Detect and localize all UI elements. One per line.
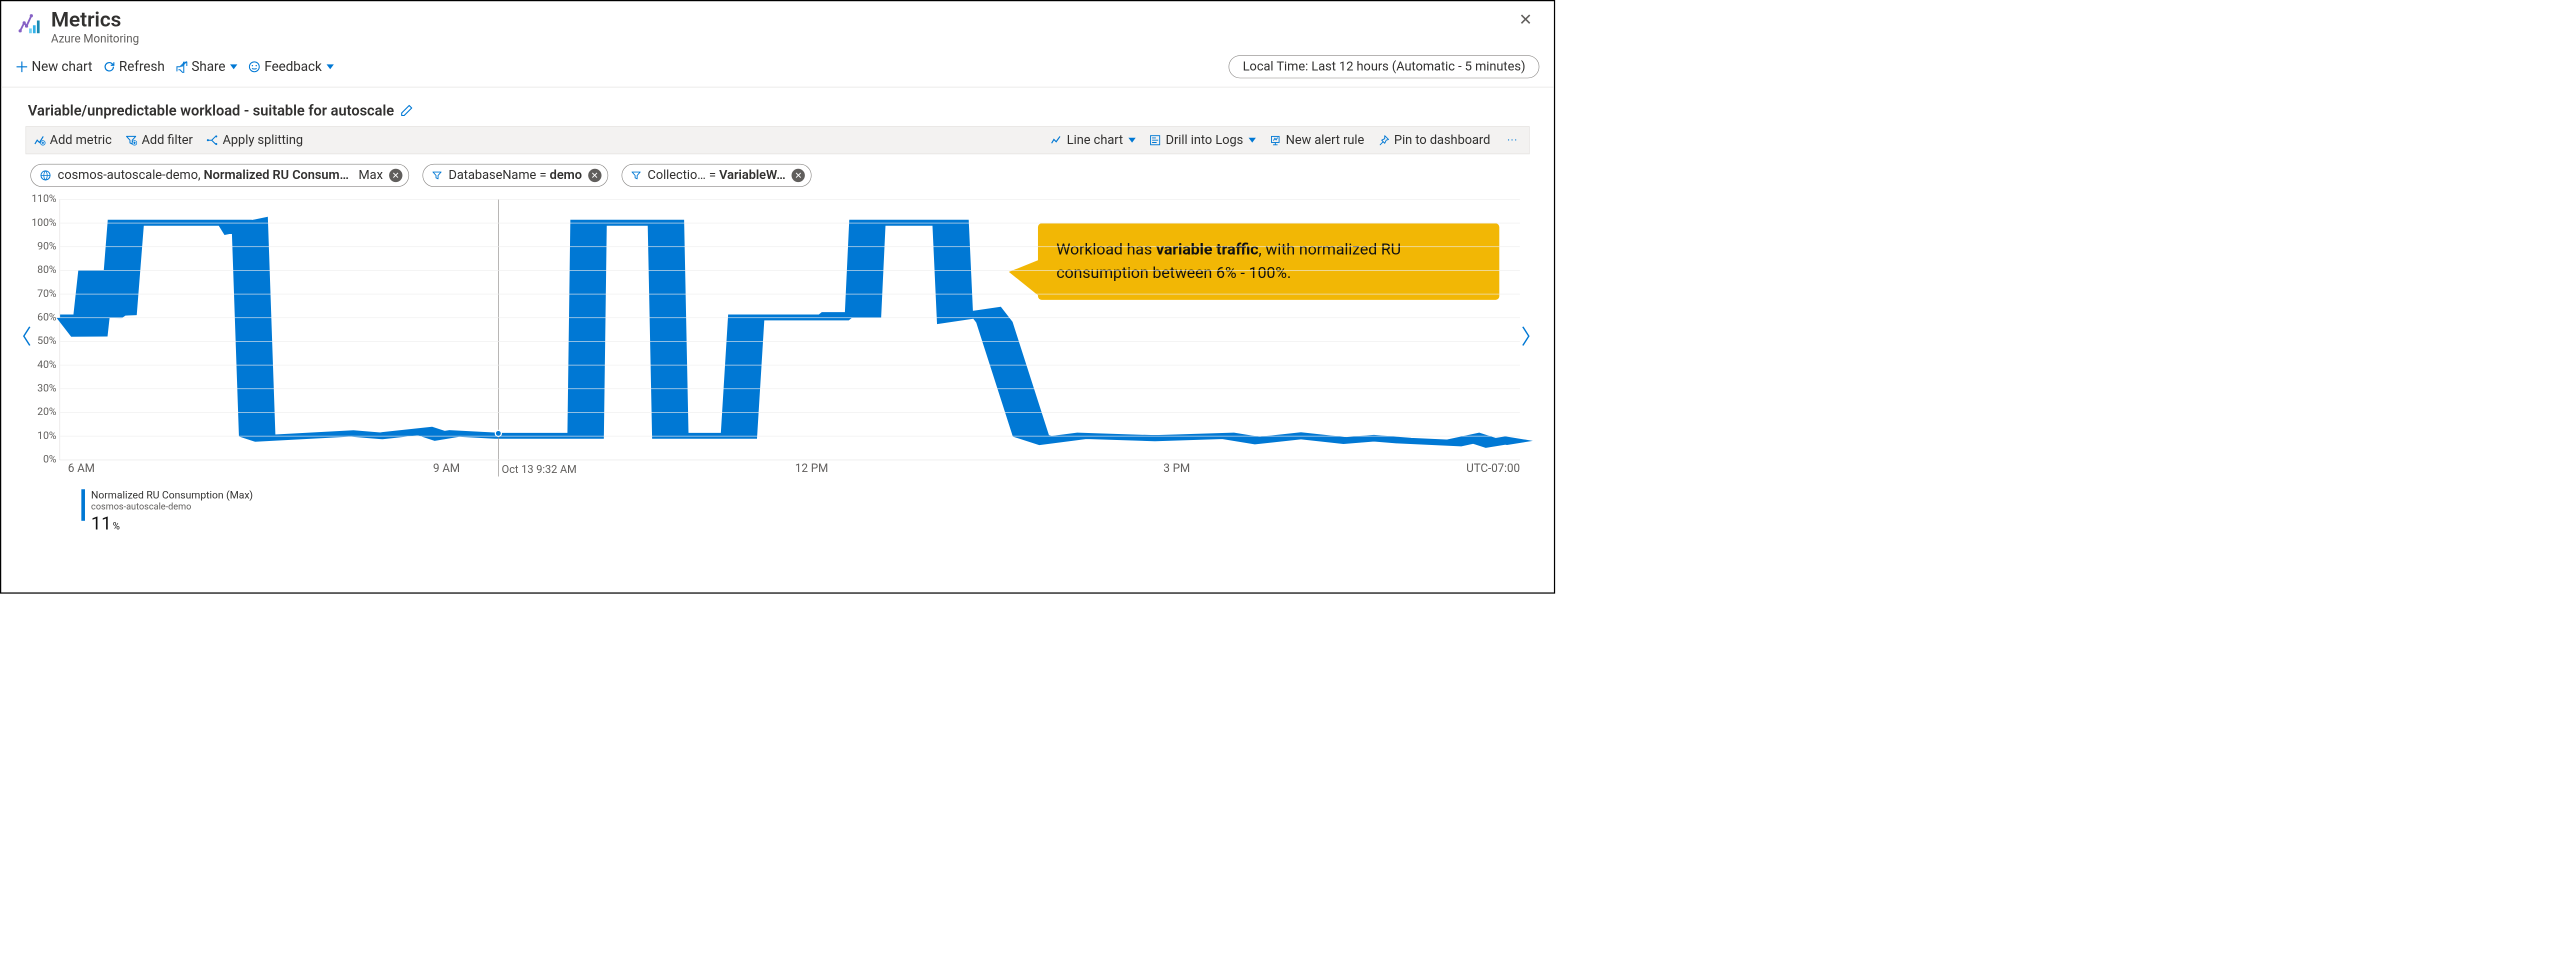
remove-filter-button[interactable]: ✕ — [792, 169, 805, 182]
share-button[interactable]: Share — [176, 59, 238, 74]
chevron-down-icon — [327, 64, 334, 69]
chart-legend[interactable]: Normalized RU Consumption (Max) cosmos-a… — [81, 489, 1507, 534]
chart-title: Variable/unpredictable workload - suitab… — [28, 102, 394, 119]
y-axis-tick: 60% — [29, 311, 57, 323]
timezone-label: UTC-07:00 — [1466, 461, 1520, 475]
page-title: Metrics — [51, 10, 139, 31]
filter-value: VariableW… — [719, 168, 786, 183]
y-axis-tick: 90% — [29, 240, 57, 252]
remove-filter-button[interactable]: ✕ — [588, 169, 601, 182]
y-axis-tick: 100% — [29, 217, 57, 229]
filter-value: demo — [550, 168, 582, 183]
scope-metric: Normalized RU Consum… — [204, 168, 349, 183]
edit-title-button[interactable] — [400, 104, 413, 117]
new-alert-button[interactable]: New alert rule — [1269, 133, 1364, 148]
splitting-icon — [206, 134, 218, 146]
chart-next-button[interactable]: 〉 — [1521, 320, 1542, 350]
drill-logs-button[interactable]: Drill into Logs — [1149, 133, 1256, 148]
scope-pill[interactable]: cosmos-autoscale-demo, Normalized RU Con… — [30, 164, 409, 187]
legend-color-swatch — [81, 489, 85, 521]
more-button[interactable]: ··· — [1504, 136, 1522, 145]
filter-key: Collectio… — [648, 168, 706, 183]
time-range-picker[interactable]: Local Time: Last 12 hours (Automatic - 5… — [1229, 55, 1540, 78]
x-axis-tick: 3 PM — [1163, 461, 1190, 475]
close-button[interactable]: ✕ — [1514, 10, 1537, 31]
refresh-button[interactable]: Refresh — [103, 59, 164, 74]
legend-unit: % — [113, 520, 120, 532]
smile-icon — [249, 61, 261, 73]
share-icon — [176, 61, 188, 73]
refresh-icon — [103, 61, 115, 73]
x-axis-tick: 6 AM — [68, 461, 95, 475]
filter-icon — [432, 170, 443, 181]
logs-icon — [1149, 134, 1161, 146]
add-metric-icon — [33, 134, 45, 146]
add-filter-button[interactable]: Add filter — [125, 133, 193, 148]
alert-icon — [1269, 134, 1281, 146]
chevron-down-icon — [1249, 138, 1256, 143]
filter-icon — [631, 170, 642, 181]
y-axis-tick: 70% — [29, 288, 57, 300]
y-axis-tick: 40% — [29, 359, 57, 371]
page-subtitle: Azure Monitoring — [51, 32, 139, 46]
y-axis-tick: 0% — [29, 453, 57, 465]
pin-icon — [1378, 134, 1390, 146]
y-axis-tick: 110% — [29, 193, 57, 205]
x-axis-tick: 12 PM — [795, 461, 828, 475]
chart-plot[interactable]: Oct 13 9:32 AM Workload has variable tra… — [59, 199, 1519, 460]
line-chart-icon — [1050, 134, 1062, 146]
chart-type-dropdown[interactable]: Line chart — [1050, 133, 1135, 148]
add-filter-icon — [125, 134, 137, 146]
y-axis-tick: 50% — [29, 335, 57, 347]
scope-aggregation: Max — [359, 168, 383, 183]
y-axis-tick: 80% — [29, 264, 57, 276]
legend-resource-name: cosmos-autoscale-demo — [91, 501, 253, 512]
y-axis-tick: 10% — [29, 430, 57, 442]
legend-series-name: Normalized RU Consumption (Max) — [91, 489, 253, 501]
new-chart-button[interactable]: New chart — [16, 59, 93, 74]
x-axis-tick: 9 AM — [433, 461, 460, 475]
chevron-down-icon — [1129, 138, 1136, 143]
filter-pill-database[interactable]: DatabaseName = demo ✕ — [422, 164, 608, 187]
plus-icon — [16, 61, 28, 73]
remove-scope-button[interactable]: ✕ — [389, 169, 402, 182]
annotation-callout: Workload has variable traffic, with norm… — [1038, 223, 1499, 299]
y-axis-tick: 20% — [29, 406, 57, 418]
legend-value: 11 — [91, 513, 111, 534]
filter-key: DatabaseName — [449, 168, 537, 183]
callout-tail — [1009, 260, 1039, 296]
apply-splitting-button[interactable]: Apply splitting — [206, 133, 303, 148]
filter-pill-collection[interactable]: Collectio… = VariableW… ✕ — [621, 164, 811, 187]
metrics-logo-icon — [16, 10, 44, 38]
y-axis-tick: 30% — [29, 382, 57, 394]
chevron-down-icon — [230, 64, 237, 69]
add-metric-button[interactable]: Add metric — [33, 133, 111, 148]
resource-icon — [39, 169, 51, 181]
scope-resource: cosmos-autoscale-demo, — [58, 168, 204, 183]
pin-dashboard-button[interactable]: Pin to dashboard — [1378, 133, 1491, 148]
feedback-button[interactable]: Feedback — [249, 59, 334, 74]
